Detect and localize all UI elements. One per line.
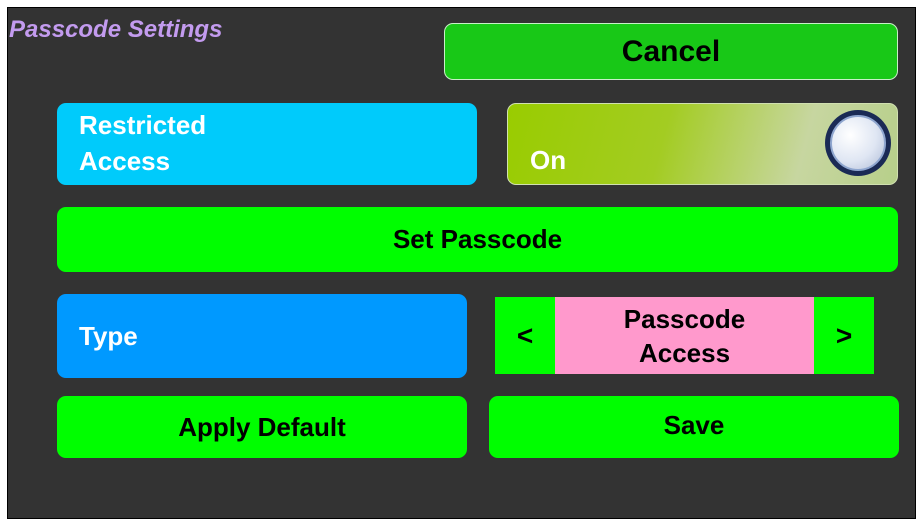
type-next-button[interactable]: > [814,297,874,374]
type-selector-value-text: Passcode Access [623,303,746,368]
apply-default-button[interactable]: Apply Default [57,396,467,458]
toggle-knob-face [830,115,886,171]
toggle-knob-icon[interactable] [825,110,891,176]
type-label: Type [57,294,467,378]
restricted-access-text: Restricted Access [79,110,207,176]
page-title: Passcode Settings [9,16,223,43]
toggle-state-text: On [530,145,567,175]
restricted-access-label: Restricted Access [57,103,477,185]
type-prev-button[interactable]: < [495,297,555,374]
cancel-button[interactable]: Cancel [444,23,898,80]
type-selector-value: Passcode Access [555,297,814,374]
set-passcode-button[interactable]: Set Passcode [57,207,898,272]
passcode-settings-screen: Passcode Settings Cancel Restricted Acce… [7,7,916,519]
save-button[interactable]: Save [489,396,899,458]
restricted-access-toggle[interactable]: On [507,103,898,185]
type-selector: < Passcode Access > [495,297,874,374]
